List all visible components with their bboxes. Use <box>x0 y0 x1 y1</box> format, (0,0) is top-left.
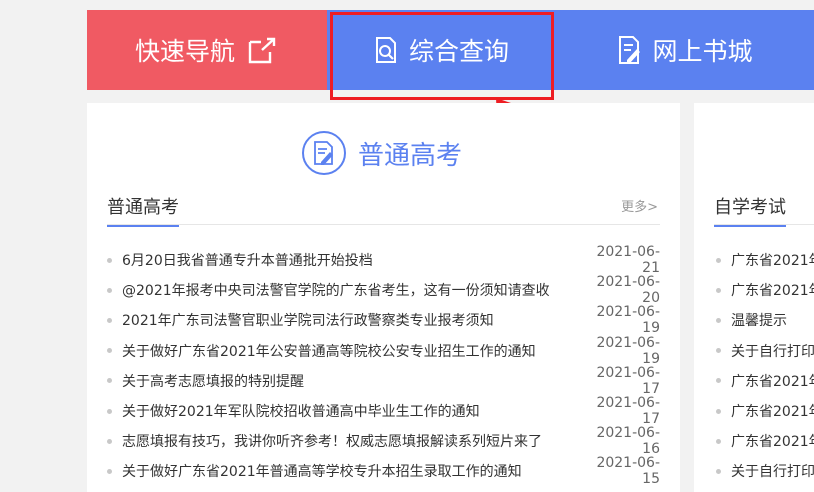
bullet-icon <box>107 408 112 414</box>
side-news-item[interactable]: 广东省2021年 <box>716 275 814 305</box>
news-title[interactable]: 关于高考志愿填报的特别提醒 <box>122 371 580 391</box>
news-date: 2021-06-17 <box>596 364 660 397</box>
side-news-title[interactable]: 广东省2021年 <box>731 371 814 391</box>
bullet-icon <box>716 317 721 323</box>
panel-heading-text: 普通高考 <box>358 140 463 171</box>
news-date: 2021-06-21 <box>596 244 660 277</box>
bullet-icon <box>716 468 721 474</box>
bullet-icon <box>107 438 112 444</box>
news-date: 2021-06-20 <box>596 274 660 307</box>
document-edit-icon <box>314 141 333 165</box>
news-title[interactable]: 关于做好广东省2021年公安普通高等院校公安专业招生工作的通知 <box>122 341 580 361</box>
bullet-icon <box>716 438 721 444</box>
general-exam-panel: 普通高考 普通高考 更多> 6月20日我省普通专升本普通批开始投档 2021-06… <box>87 103 680 492</box>
self-study-exam-panel: 自学考试 广东省2021年 广东省2021年 温馨提示 关于自行打印 广东省20… <box>694 103 814 492</box>
news-title[interactable]: @2021年报考中央司法警官学院的广东省考生，这有一份须知请查收 <box>122 280 580 300</box>
quick-nav-tab[interactable]: 快速导航 <box>87 10 327 90</box>
online-bookstore-tab[interactable]: 网上书城 <box>555 10 814 90</box>
news-item[interactable]: 2021年广东司法警官职业学院司法行政警察类专业报考须知 2021-06-19 <box>107 304 660 337</box>
bullet-icon <box>716 408 721 414</box>
news-title[interactable]: 6月20日我省普通专升本普通批开始投档 <box>122 250 580 270</box>
bullet-icon <box>107 348 112 354</box>
news-item[interactable]: 关于做好广东省2021年普通高等学校专升本招生录取工作的通知 2021-06-15 <box>107 455 660 488</box>
bullet-icon <box>107 257 112 263</box>
news-title[interactable]: 志愿填报有技巧，我讲你听齐参考！权威志愿填报解读系列短片来了 <box>122 431 580 451</box>
side-news-list: 广东省2021年 广东省2021年 温馨提示 关于自行打印 广东省2021年 广… <box>716 245 814 487</box>
news-item[interactable]: 关于做好2021年军队院校招收普通高中毕业生工作的通知 2021-06-17 <box>107 395 660 428</box>
side-news-item[interactable]: 广东省2021年 <box>716 396 814 426</box>
side-news-item[interactable]: 温馨提示 <box>716 305 814 335</box>
side-news-title[interactable]: 关于自行打印 <box>731 461 814 481</box>
side-news-item[interactable]: 广东省2021年 <box>716 426 814 456</box>
document-edit-icon <box>619 36 641 64</box>
side-news-item[interactable]: 关于自行打印 <box>716 336 814 366</box>
online-bookstore-label: 网上书城 <box>652 37 753 66</box>
section-title: 普通高考 <box>107 193 179 227</box>
side-news-item[interactable]: 关于自行打印 <box>716 456 814 486</box>
bullet-icon <box>107 468 112 474</box>
external-link-icon <box>248 37 276 64</box>
side-news-item[interactable]: 广东省2021年 <box>716 245 814 275</box>
news-date: 2021-06-17 <box>596 395 660 428</box>
side-news-title[interactable]: 广东省2021年 <box>731 280 814 300</box>
news-item[interactable]: 志愿填报有技巧，我讲你听齐参考！权威志愿填报解读系列短片来了 2021-06-16 <box>107 425 660 458</box>
news-title[interactable]: 关于做好广东省2021年普通高等学校专升本招生录取工作的通知 <box>122 461 580 481</box>
more-link[interactable]: 更多> <box>621 196 658 215</box>
news-date: 2021-06-19 <box>596 334 660 367</box>
news-item[interactable]: 关于高考志愿填报的特别提醒 2021-06-17 <box>107 364 660 397</box>
side-news-title[interactable]: 温馨提示 <box>731 310 787 330</box>
bullet-icon <box>107 317 112 323</box>
highlight-box <box>330 12 554 100</box>
bullet-icon <box>716 378 721 384</box>
side-news-title[interactable]: 广东省2021年 <box>731 401 814 421</box>
bullet-icon <box>716 287 721 293</box>
news-title[interactable]: 2021年广东司法警官职业学院司法行政警察类专业报考须知 <box>122 310 580 330</box>
side-news-title[interactable]: 关于自行打印 <box>731 341 814 361</box>
news-date: 2021-06-16 <box>596 425 660 458</box>
bullet-icon <box>716 348 721 354</box>
section-divider <box>107 224 660 225</box>
news-item[interactable]: 6月20日我省普通专升本普通批开始投档 2021-06-21 <box>107 244 660 277</box>
news-item[interactable]: 关于做好广东省2021年公安普通高等院校公安专业招生工作的通知 2021-06-1… <box>107 334 660 367</box>
panel-heading: 普通高考 <box>302 131 462 175</box>
news-date: 2021-06-19 <box>596 304 660 337</box>
bullet-icon <box>716 257 721 263</box>
side-news-title[interactable]: 广东省2021年 <box>731 250 814 270</box>
section-title: 自学考试 <box>714 193 786 227</box>
side-news-item[interactable]: 广东省2021年 <box>716 366 814 396</box>
news-date: 2021-06-15 <box>596 455 660 488</box>
news-title[interactable]: 关于做好2021年军队院校招收普通高中毕业生工作的通知 <box>122 401 580 421</box>
news-list: 6月20日我省普通专升本普通批开始投档 2021-06-21 @2021年报考中央… <box>107 244 660 488</box>
bullet-icon <box>107 378 112 384</box>
side-news-title[interactable]: 广东省2021年 <box>731 431 814 451</box>
news-item[interactable]: @2021年报考中央司法警官学院的广东省考生，这有一份须知请查收 2021-06-… <box>107 274 660 307</box>
heading-badge <box>302 131 346 175</box>
quick-nav-label: 快速导航 <box>134 37 235 66</box>
bullet-icon <box>107 287 112 293</box>
